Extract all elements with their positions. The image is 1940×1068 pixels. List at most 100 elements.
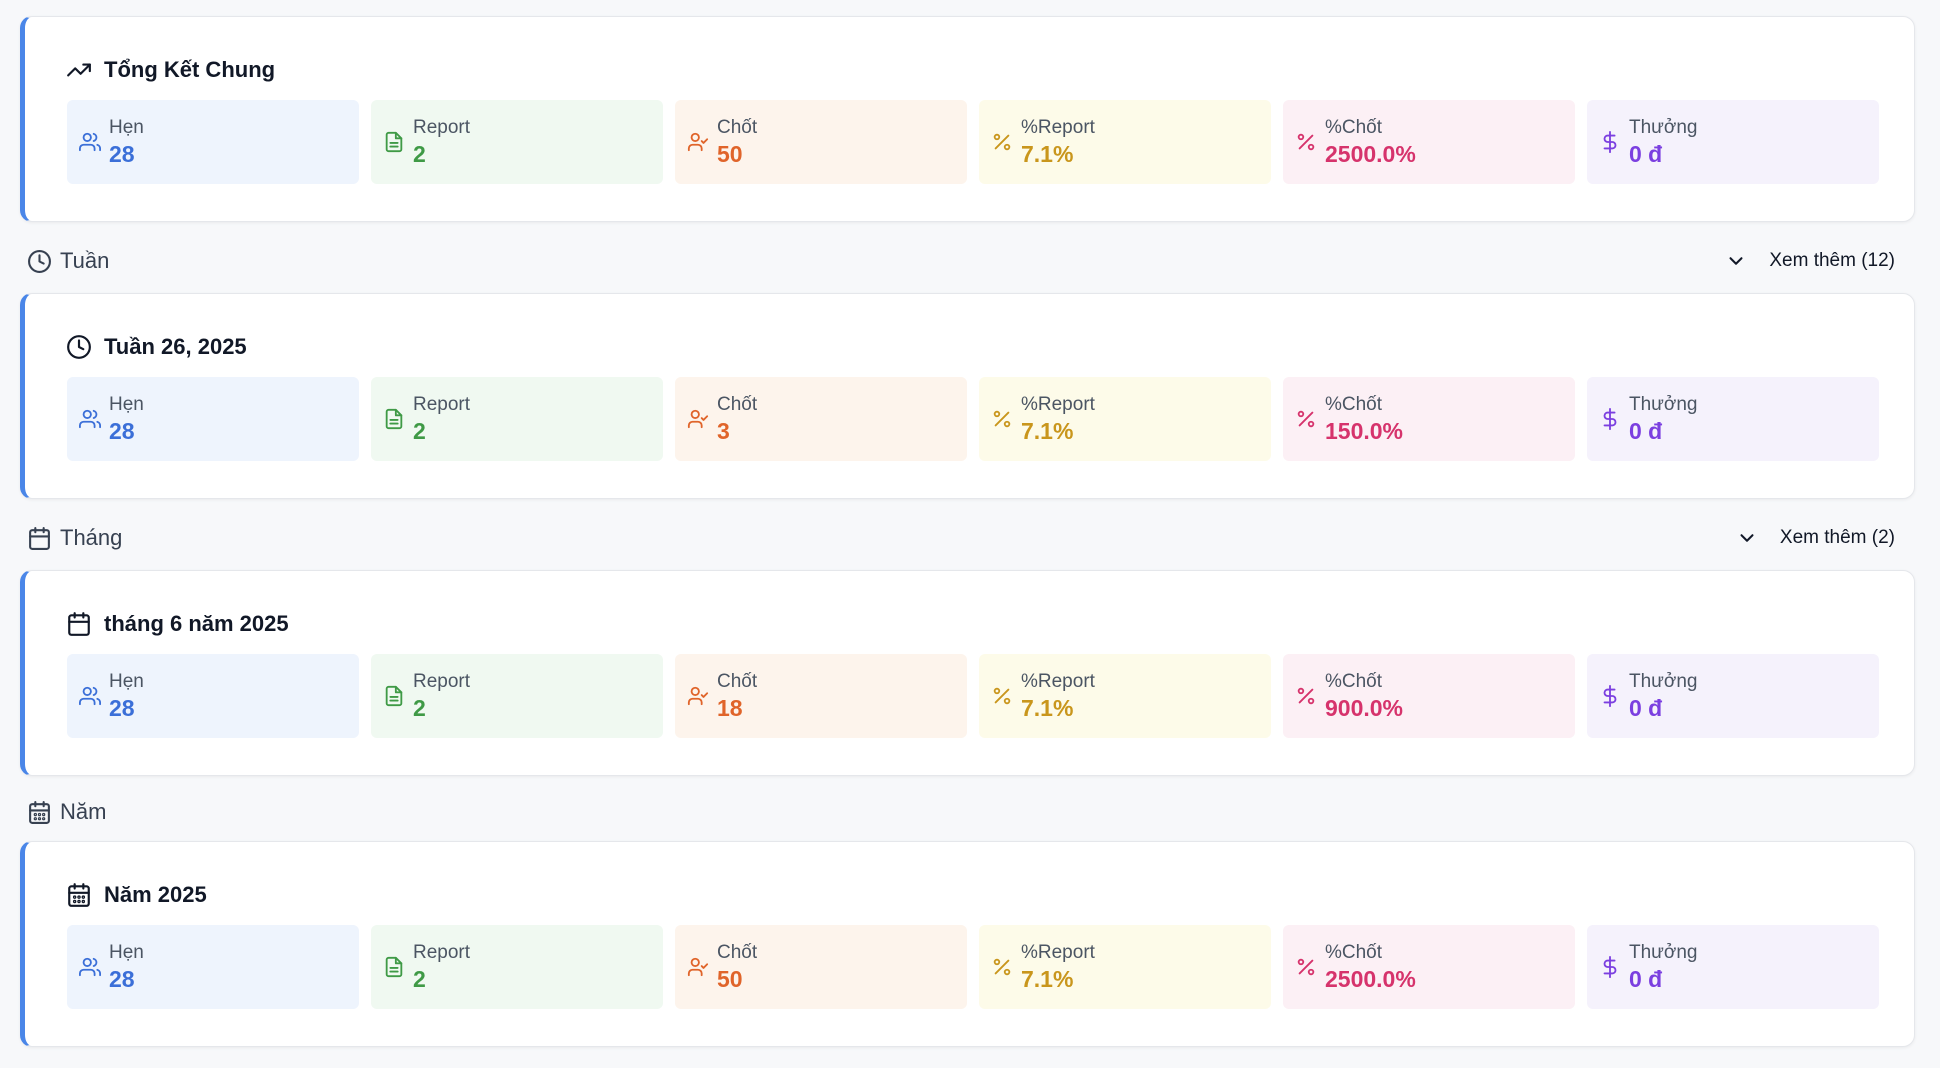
section-year-header: Năm	[27, 794, 1897, 830]
stat-label: %Chốt	[1325, 942, 1383, 963]
percent-icon	[991, 408, 1013, 430]
stat-value: 7.1%	[1021, 966, 1074, 992]
week-card: Tuần 26, 2025 Hẹn 28 Report 2 Chốt 3 %Report 7.…	[20, 293, 1915, 499]
percent-icon	[991, 131, 1013, 153]
stat-label: Hẹn	[109, 671, 144, 692]
stat-value: 7.1%	[1021, 141, 1074, 167]
stat-report: Report 2	[371, 377, 663, 461]
stat-value: 150.0%	[1325, 418, 1404, 444]
stat-value: 50	[717, 141, 743, 167]
stat-report: Report 2	[371, 100, 663, 184]
users-icon	[79, 685, 101, 707]
stat-hen: Hẹn 28	[67, 654, 359, 738]
stat-value: 2500.0%	[1325, 966, 1416, 992]
stat-label: Hẹn	[109, 117, 144, 138]
clock-icon	[27, 249, 52, 274]
dollar-icon	[1599, 685, 1621, 707]
stat-pct-report: %Report 7.1%	[979, 925, 1271, 1009]
stat-value: 0 đ	[1629, 966, 1663, 992]
dollar-icon	[1599, 131, 1621, 153]
percent-icon	[991, 685, 1013, 707]
stat-label: %Chốt	[1325, 394, 1383, 415]
section-week-header: Tuần Xem thêm (12)	[27, 243, 1897, 279]
stat-label: Chốt	[717, 394, 758, 415]
file-text-icon	[383, 956, 405, 978]
users-icon	[79, 131, 101, 153]
stat-value: 3	[717, 418, 730, 444]
week-card-title: Tuần 26, 2025	[66, 334, 247, 360]
stat-value: 0 đ	[1629, 418, 1663, 444]
dollar-icon	[1599, 408, 1621, 430]
stat-label: %Chốt	[1325, 671, 1383, 692]
summary-title: Tổng Kết Chung	[66, 57, 275, 83]
stat-value: 0 đ	[1629, 695, 1663, 721]
stat-pct-chot: %Chốt 2500.0%	[1283, 100, 1575, 184]
stat-pct-chot: %Chốt 900.0%	[1283, 654, 1575, 738]
stat-pct-chot: %Chốt 150.0%	[1283, 377, 1575, 461]
stat-value: 28	[109, 695, 135, 721]
stat-chot: Chốt 3	[675, 377, 967, 461]
calendar-days-icon	[66, 882, 92, 908]
month-card-title-text: tháng 6 năm 2025	[104, 611, 289, 636]
stat-thuong: Thưởng 0 đ	[1587, 377, 1879, 461]
month-card-title: tháng 6 năm 2025	[66, 611, 289, 637]
stat-value: 2500.0%	[1325, 141, 1416, 167]
stat-label: %Report	[1021, 942, 1095, 963]
stat-pct-report: %Report 7.1%	[979, 377, 1271, 461]
file-text-icon	[383, 685, 405, 707]
section-month-header: Tháng Xem thêm (2)	[27, 520, 1897, 556]
stat-label: %Chốt	[1325, 117, 1383, 138]
section-month-label: Tháng	[60, 525, 123, 550]
stat-value: 2	[413, 966, 426, 992]
stat-label: Thưởng	[1629, 671, 1698, 692]
percent-icon	[1295, 408, 1317, 430]
file-text-icon	[383, 131, 405, 153]
stat-label: Chốt	[717, 117, 758, 138]
year-card-title-text: Năm 2025	[104, 882, 207, 907]
user-check-icon	[687, 956, 709, 978]
stat-value: 50	[717, 966, 743, 992]
month-show-more-label: Xem thêm (2)	[1779, 527, 1895, 548]
stat-chot: Chốt 50	[675, 925, 967, 1009]
summary-card: Tổng Kết Chung Hẹn 28 Report 2 Chốt 50 %Report…	[20, 16, 1915, 222]
stat-label: Report	[413, 942, 471, 963]
stat-value: 7.1%	[1021, 418, 1074, 444]
month-card: tháng 6 năm 2025 Hẹn 28 Report 2 Chốt 18 %Repo…	[20, 570, 1915, 776]
stat-hen: Hẹn 28	[67, 377, 359, 461]
week-show-more-button[interactable]: Xem thêm (12)	[1725, 250, 1897, 272]
percent-icon	[1295, 956, 1317, 978]
stat-label: Chốt	[717, 942, 758, 963]
user-check-icon	[687, 131, 709, 153]
stat-report: Report 2	[371, 654, 663, 738]
stat-label: Chốt	[717, 671, 758, 692]
chevron-down-icon	[1725, 250, 1747, 272]
stat-label: Report	[413, 671, 471, 692]
stat-label: %Report	[1021, 671, 1095, 692]
stat-value: 2	[413, 141, 426, 167]
stat-pct-chot: %Chốt 2500.0%	[1283, 925, 1575, 1009]
stat-label: Thưởng	[1629, 117, 1698, 138]
clock-icon	[66, 334, 92, 360]
stat-thuong: Thưởng 0 đ	[1587, 100, 1879, 184]
stat-label: %Report	[1021, 394, 1095, 415]
section-year-label: Năm	[60, 799, 107, 824]
stat-value: 0 đ	[1629, 141, 1663, 167]
stat-value: 2	[413, 695, 426, 721]
percent-icon	[1295, 131, 1317, 153]
users-icon	[79, 408, 101, 430]
calendar-days-icon	[27, 800, 52, 825]
month-show-more-button[interactable]: Xem thêm (2)	[1736, 527, 1897, 549]
stat-report: Report 2	[371, 925, 663, 1009]
year-card: Năm 2025 Hẹn 28 Report 2 Chốt 50 %Report 7.1% %C…	[20, 841, 1915, 1047]
stat-label: Report	[413, 117, 471, 138]
stats-row: Hẹn 28 Report 2 Chốt 50 %Report 7.1% %Chốt 2500.0…	[67, 925, 1879, 1009]
calendar-icon	[27, 526, 52, 551]
stat-pct-report: %Report 7.1%	[979, 654, 1271, 738]
stats-row: Hẹn 28 Report 2 Chốt 3 %Report 7.1% %Chốt 150.0% T…	[67, 377, 1879, 461]
year-card-title: Năm 2025	[66, 882, 207, 908]
stats-row: Hẹn 28 Report 2 Chốt 18 %Report 7.1% %Chốt 900.0%…	[67, 654, 1879, 738]
user-check-icon	[687, 685, 709, 707]
stat-value: 2	[413, 418, 426, 444]
stat-value: 7.1%	[1021, 695, 1074, 721]
percent-icon	[991, 956, 1013, 978]
